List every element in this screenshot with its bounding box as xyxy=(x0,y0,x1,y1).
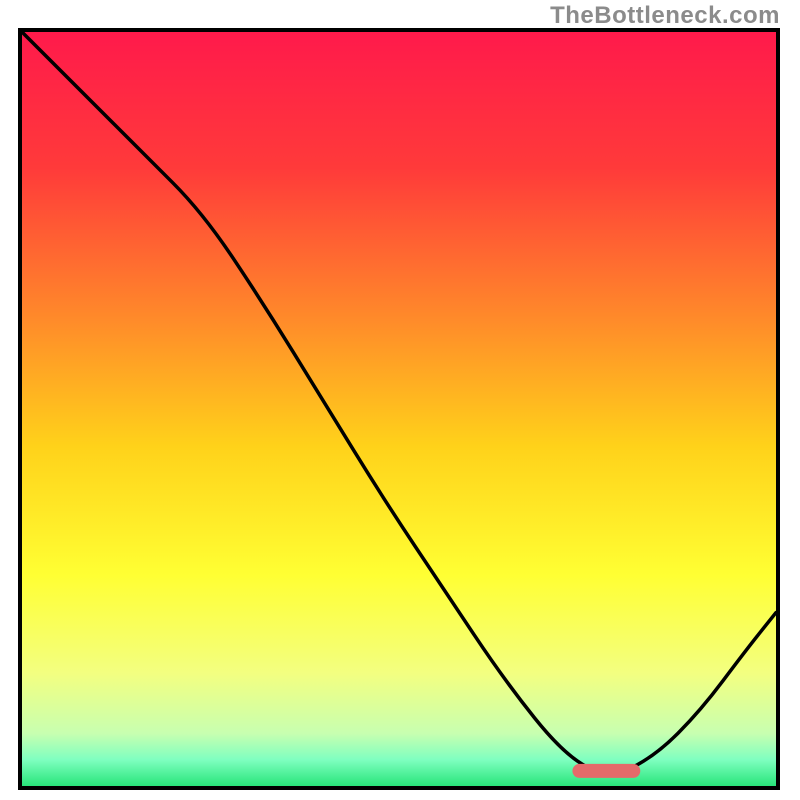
chart-canvas xyxy=(22,32,776,786)
optimal-region-marker xyxy=(572,764,640,778)
watermark-text: TheBottleneck.com xyxy=(550,2,780,30)
chart-frame xyxy=(18,28,780,790)
